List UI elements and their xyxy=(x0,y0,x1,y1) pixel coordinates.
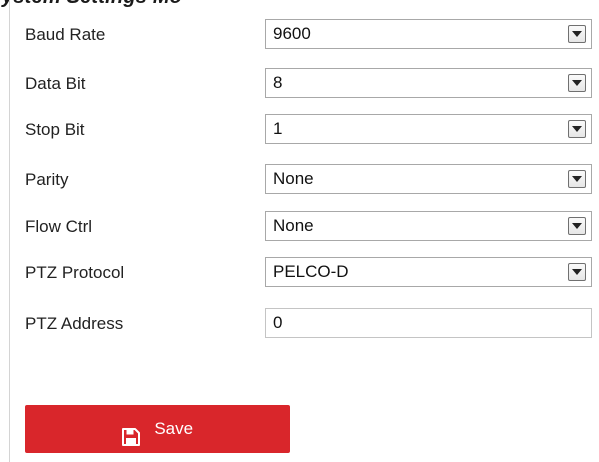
chevron-down-icon xyxy=(572,176,582,182)
flow-ctrl-label: Flow Ctrl xyxy=(25,217,93,236)
chevron-down-icon xyxy=(572,80,582,86)
ptz-address-label: PTZ Address xyxy=(25,314,124,333)
data-bit-value: 8 xyxy=(273,73,283,92)
ptz-address-row: PTZ Address xyxy=(0,308,599,340)
data-bit-dropdown-button[interactable] xyxy=(568,74,586,92)
flow-ctrl-select[interactable]: None xyxy=(265,211,592,241)
ptz-protocol-dropdown-button[interactable] xyxy=(568,263,586,281)
baud-rate-select[interactable]: 9600 xyxy=(265,19,592,49)
stop-bit-row: Stop Bit 1 xyxy=(0,114,599,146)
flow-ctrl-dropdown-button[interactable] xyxy=(568,217,586,235)
parity-row: Parity None xyxy=(0,164,599,196)
save-button[interactable]: Save xyxy=(25,405,290,453)
stop-bit-label: Stop Bit xyxy=(25,120,85,139)
stop-bit-value: 1 xyxy=(273,119,283,138)
data-bit-label: Data Bit xyxy=(25,74,86,93)
data-bit-row: Data Bit 8 xyxy=(0,68,599,100)
ptz-protocol-value: PELCO-D xyxy=(273,262,349,281)
ptz-protocol-select[interactable]: PELCO-D xyxy=(265,257,592,287)
parity-dropdown-button[interactable] xyxy=(568,170,586,188)
parity-value: None xyxy=(273,169,314,188)
flow-ctrl-row: Flow Ctrl None xyxy=(0,211,599,243)
save-disk-icon xyxy=(121,418,140,446)
page-title: ystem Settings Mo xyxy=(2,0,182,9)
ptz-protocol-label: PTZ Protocol xyxy=(25,263,125,282)
chevron-down-icon xyxy=(572,126,582,132)
ptz-protocol-row: PTZ Protocol PELCO-D xyxy=(0,257,599,289)
chevron-down-icon xyxy=(572,269,582,275)
data-bit-select[interactable]: 8 xyxy=(265,68,592,98)
chevron-down-icon xyxy=(572,31,582,37)
stop-bit-select[interactable]: 1 xyxy=(265,114,592,144)
baud-rate-row: Baud Rate 9600 xyxy=(0,19,599,51)
baud-rate-dropdown-button[interactable] xyxy=(568,25,586,43)
parity-label: Parity xyxy=(25,170,69,189)
chevron-down-icon xyxy=(572,223,582,229)
baud-rate-label: Baud Rate xyxy=(25,25,106,44)
parity-select[interactable]: None xyxy=(265,164,592,194)
baud-rate-value: 9600 xyxy=(273,24,311,43)
ptz-address-input[interactable] xyxy=(265,308,592,338)
flow-ctrl-value: None xyxy=(273,216,314,235)
stop-bit-dropdown-button[interactable] xyxy=(568,120,586,138)
save-button-label: Save xyxy=(154,419,194,438)
serial-port-settings-page: ystem Settings Mo Baud Rate 9600 Data Bi… xyxy=(0,0,599,462)
